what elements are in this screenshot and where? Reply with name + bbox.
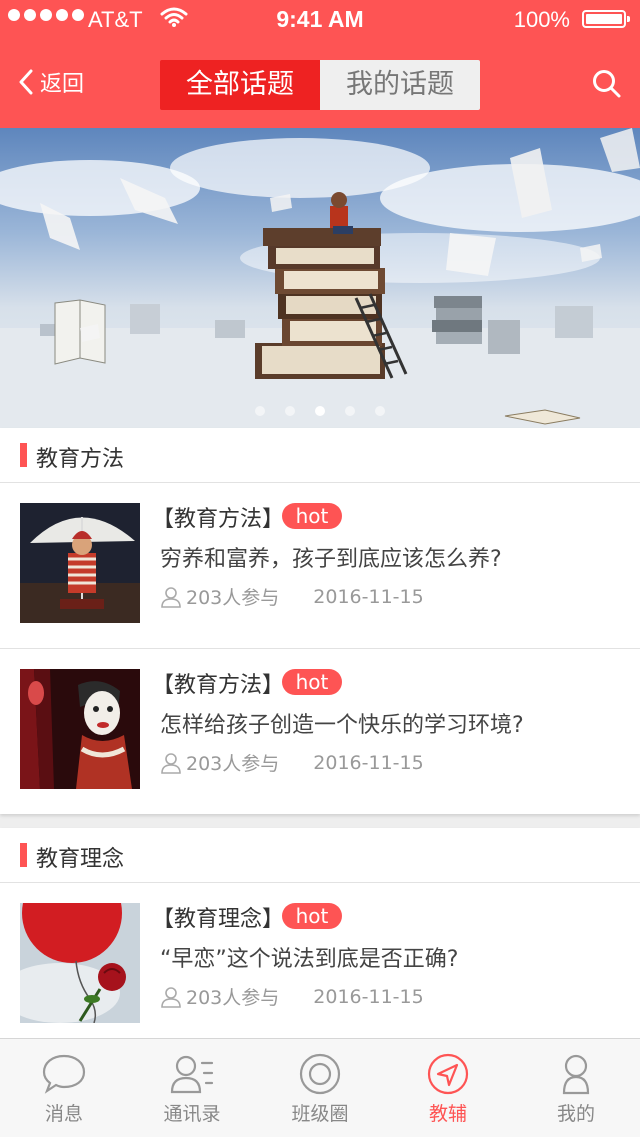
tab-me[interactable]: 我的 <box>512 1039 640 1137</box>
chevron-left-icon <box>19 69 33 95</box>
tab-label: 通讯录 <box>163 1103 221 1125</box>
section-title: 教育方法 <box>36 447 125 472</box>
participant-count: 203人参与 <box>186 753 280 775</box>
section-title: 教育理念 <box>36 847 125 872</box>
status-bar: AT&T 9:41 AM 100% <box>0 0 640 40</box>
topic-list-item[interactable]: 【教育理念】 hot “早恋”这个说法到底是否正确? 203人参与 2016-1… <box>0 883 640 1048</box>
tab-class-circle[interactable]: 班级圈 <box>256 1039 384 1137</box>
carousel-dot[interactable] <box>285 406 295 416</box>
tab-contacts[interactable]: 通讯录 <box>128 1039 256 1137</box>
topic-thumbnail <box>20 669 140 789</box>
topic-thumbnail <box>20 903 140 1023</box>
topic-category: 【教育方法】 <box>152 507 285 532</box>
topic-date: 2016-11-15 <box>313 751 424 774</box>
back-label: 返回 <box>40 72 85 97</box>
topic-date: 2016-11-15 <box>313 985 424 1008</box>
tab-label: 消息 <box>44 1103 83 1125</box>
back-button[interactable]: 返回 <box>18 66 84 98</box>
topic-date: 2016-11-15 <box>313 585 424 608</box>
banner-carousel[interactable] <box>0 128 640 428</box>
section-accent-bar <box>20 443 27 467</box>
person-icon <box>161 986 181 1008</box>
search-button[interactable] <box>592 69 622 103</box>
topic-meta: 203人参与 2016-11-15 <box>160 749 424 776</box>
chat-bubble-icon <box>42 1054 86 1094</box>
section-header: 教育理念 <box>0 828 640 883</box>
carousel-page-indicator <box>0 406 640 416</box>
tab-label: 我的 <box>556 1103 595 1125</box>
participant-count: 203人参与 <box>186 587 280 609</box>
topic-thumbnail <box>20 503 140 623</box>
topic-list-item[interactable]: 【教育方法】 hot 怎样给孩子创造一个快乐的学习环境? 203人参与 2016… <box>0 649 640 814</box>
search-icon <box>593 70 621 98</box>
participant-count: 203人参与 <box>186 987 280 1009</box>
bottom-tab-bar: 消息 通讯录 班级圈 教辅 我的 <box>0 1038 640 1137</box>
header: AT&T 9:41 AM 100% 返回 全部话题 我的话题 <box>0 0 640 128</box>
tab-label: 教辅 <box>428 1103 467 1125</box>
hot-badge: hot <box>282 669 342 695</box>
topic-meta: 203人参与 2016-11-15 <box>160 583 424 610</box>
person-icon <box>161 586 181 608</box>
carousel-dot[interactable] <box>255 406 265 416</box>
section-education-philosophy: 教育理念 【教育理念】 hot “早恋”这个说法到底是否正确? 203人参与 2… <box>0 828 640 1048</box>
hot-badge: hot <box>282 503 342 529</box>
circle-icon <box>299 1053 341 1095</box>
person-icon <box>161 752 181 774</box>
section-header: 教育方法 <box>0 428 640 483</box>
carousel-dot-active[interactable] <box>315 406 325 416</box>
tab-tutoring[interactable]: 教辅 <box>384 1039 512 1137</box>
topic-list-item[interactable]: 【教育方法】 hot 穷养和富养，孩子到底应该怎么养? 203人参与 2016-… <box>0 483 640 649</box>
contacts-icon <box>170 1055 214 1094</box>
carousel-dot[interactable] <box>345 406 355 416</box>
hot-badge: hot <box>282 903 342 929</box>
topic-meta: 203人参与 2016-11-15 <box>160 983 424 1010</box>
section-accent-bar <box>20 843 27 867</box>
topic-title: 怎样给孩子创造一个快乐的学习环境? <box>160 713 524 738</box>
tab-messages[interactable]: 消息 <box>0 1039 128 1137</box>
carousel-dot[interactable] <box>375 406 385 416</box>
tab-all-topics[interactable]: 全部话题 <box>160 60 320 110</box>
section-education-methods: 教育方法 【教育方法】 hot 穷养和富养，孩子到底应该怎么养? 203人参与 … <box>0 428 640 814</box>
topic-segmented-control: 全部话题 我的话题 <box>160 60 480 110</box>
topic-category: 【教育理念】 <box>152 907 285 932</box>
topic-category: 【教育方法】 <box>152 673 285 698</box>
compass-icon <box>427 1053 469 1095</box>
topic-title: 穷养和富养，孩子到底应该怎么养? <box>160 547 502 572</box>
banner-image <box>0 128 640 428</box>
tab-label: 班级圈 <box>291 1103 349 1125</box>
battery-icon <box>582 10 630 28</box>
topic-title: “早恋”这个说法到底是否正确? <box>160 947 459 972</box>
battery-percent: 100% <box>513 7 570 32</box>
person-icon <box>562 1054 590 1095</box>
tab-my-topics[interactable]: 我的话题 <box>320 60 480 110</box>
